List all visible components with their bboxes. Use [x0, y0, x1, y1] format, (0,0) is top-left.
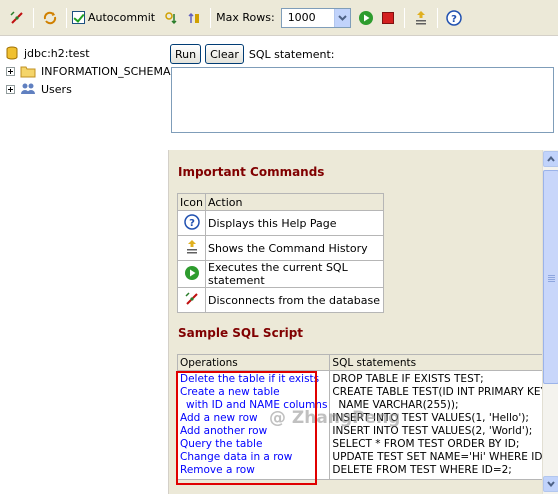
scroll-thumb[interactable] [543, 170, 558, 384]
autocommit-checkbox[interactable] [72, 11, 85, 24]
sql-statement: DELETE FROM TEST WHERE ID=2; [332, 464, 512, 476]
tree-connection[interactable]: jdbc:h2:test [6, 44, 90, 62]
sql-statement-label: SQL statement: [248, 47, 335, 61]
chevron-up-icon [547, 156, 555, 162]
tree-item-label: Users [41, 82, 72, 96]
disconnect-icon[interactable] [6, 7, 28, 29]
column-header-operations: Operations [176, 354, 331, 371]
command-action: Displays this Help Page [205, 210, 384, 236]
command-action: Disconnects from the database [205, 287, 384, 313]
history-icon[interactable] [410, 7, 432, 29]
database-tree: jdbc:h2:test INFORMATION_SCHEMA Users [0, 40, 171, 494]
table-row: Shows the Command History [177, 235, 384, 261]
operation-link[interactable]: Create a new table [180, 386, 327, 399]
important-commands-heading: Important Commands [178, 165, 325, 179]
execute-icon[interactable] [355, 7, 377, 29]
sql-statement: CREATE TABLE TEST(ID INT PRIMARY KEY, [332, 386, 542, 398]
disconnect-icon [184, 291, 198, 305]
expand-icon[interactable] [6, 66, 15, 76]
operation-link[interactable]: Remove a row [180, 464, 327, 477]
operation-link[interactable]: Change data in a row [180, 451, 327, 464]
sql-input[interactable] [171, 67, 554, 133]
tree-item-label: INFORMATION_SCHEMA [41, 64, 171, 78]
help-scrollbar[interactable] [542, 150, 558, 494]
sql-statement: UPDATE TEST SET NAME='Hi' WHERE ID=1; [332, 451, 542, 463]
max-rows-label: Max Rows: [216, 11, 275, 24]
operation-link[interactable]: Delete the table if it exists [180, 373, 327, 386]
toolbar-separator [403, 7, 405, 28]
watermark: @ ZhangPeng [269, 408, 401, 428]
scroll-down-button[interactable] [543, 476, 558, 492]
rollback-icon[interactable] [183, 7, 205, 29]
run-button[interactable]: Run [170, 44, 202, 64]
table-row: Executes the current SQL statement [177, 260, 384, 288]
toolbar-separator [33, 7, 34, 28]
sample-sql-heading: Sample SQL Script [178, 326, 304, 340]
chevron-down-icon [547, 481, 555, 487]
toolbar-separator [436, 7, 438, 28]
tree-item-information-schema[interactable]: INFORMATION_SCHEMA [6, 62, 171, 80]
column-header-icon: Icon [177, 193, 206, 211]
help-icon[interactable]: ? [443, 7, 465, 29]
tree-item-users[interactable]: Users [6, 80, 72, 98]
operation-link[interactable]: Query the table [180, 438, 327, 451]
commit-icon[interactable] [161, 7, 183, 29]
help-icon: ? [183, 213, 200, 230]
refresh-icon[interactable] [39, 7, 61, 29]
users-icon [21, 83, 35, 94]
clear-button[interactable]: Clear [205, 44, 244, 64]
connection-label: jdbc:h2:test [24, 46, 90, 60]
sql-statement: SELECT * FROM TEST ORDER BY ID; [332, 438, 520, 450]
column-header-action: Action [205, 193, 384, 211]
command-action: Shows the Command History [205, 235, 384, 261]
expand-icon[interactable] [6, 84, 15, 94]
table-row: ? Displays this Help Page [177, 210, 384, 236]
chevron-down-icon[interactable] [333, 8, 350, 27]
stop-icon[interactable] [377, 7, 399, 29]
svg-text:?: ? [189, 218, 195, 229]
history-icon [186, 239, 197, 253]
autocommit-label: Autocommit [88, 11, 156, 24]
table-row: Disconnects from the database [177, 287, 384, 313]
help-panel: Important Commands Icon Action ? Display… [168, 150, 542, 494]
query-controls: Run Clear SQL statement: [170, 44, 558, 64]
scroll-up-button[interactable] [543, 151, 558, 167]
command-action: Executes the current SQL statement [205, 260, 384, 288]
max-rows-value: 1000 [287, 11, 316, 24]
toolbar: Autocommit Max Rows: 1000 ? [0, 0, 558, 36]
sql-statement: DROP TABLE IF EXISTS TEST; [332, 373, 484, 385]
toolbar-separator [210, 7, 212, 28]
database-icon [6, 46, 18, 60]
execute-icon [184, 265, 199, 280]
svg-text:?: ? [451, 14, 457, 25]
toolbar-separator [66, 7, 67, 28]
commands-table: Icon Action ? Displays this Help Page Sh… [177, 193, 384, 313]
column-header-sql-statements: SQL statements [329, 354, 542, 371]
max-rows-select[interactable]: 1000 [280, 7, 351, 28]
folder-icon [20, 66, 36, 77]
